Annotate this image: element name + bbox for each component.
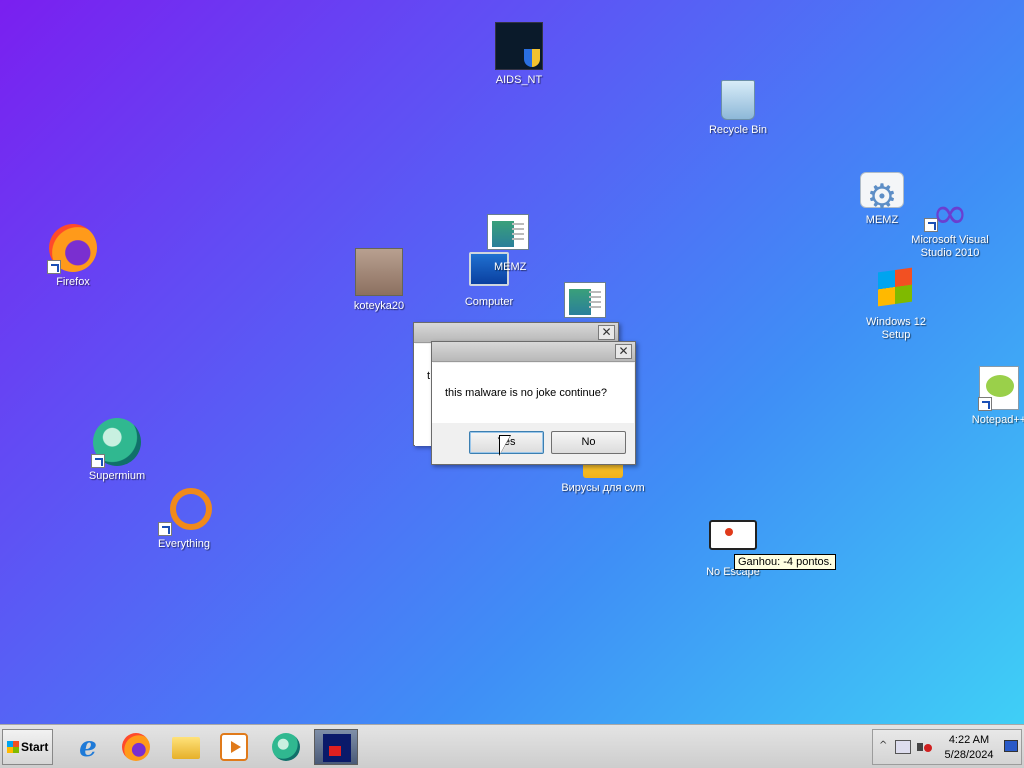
folder-icon <box>172 737 200 759</box>
desktop-icon-everything[interactable]: Everything <box>139 486 229 551</box>
shortcut-arrow-icon <box>47 260 61 274</box>
tooltip: Ganhou: -4 pontos. <box>734 554 837 570</box>
close-icon[interactable]: ✕ <box>598 325 615 340</box>
desktop-icon-label: Supermium <box>88 470 146 482</box>
taskbar-app-firefox[interactable] <box>114 729 158 765</box>
dialog-titlebar[interactable]: ✕ <box>432 342 635 362</box>
taskbar-app-memz[interactable] <box>314 729 358 765</box>
clock-date: 5/28/2024 <box>944 749 994 761</box>
desktop-icon-label: AIDS_NT <box>495 74 543 86</box>
shortcut-arrow-icon <box>91 454 105 468</box>
desktop-icon-aids-nt[interactable]: AIDS_NT <box>474 22 564 87</box>
clock-time: 4:22 AM <box>948 734 990 746</box>
desktop-icon-label: koteyka20 <box>353 300 405 312</box>
desktop: AIDS_NT Recycle Bin Firefox koteyka20 Co… <box>0 0 1024 724</box>
desktop-icon-label: Computer <box>464 296 514 308</box>
show-hidden-icons-button[interactable]: ^ <box>879 740 887 751</box>
window-app-icon <box>487 214 529 250</box>
taskbar-app-media-player[interactable] <box>212 729 256 765</box>
shortcut-arrow-icon <box>978 397 992 411</box>
system-tray: ^ 4:22 AM 5/28/2024 <box>872 729 1022 765</box>
desktop-icon-label: Notepad++ <box>971 414 1024 426</box>
taskbar-app-file-explorer[interactable] <box>164 729 208 765</box>
desktop-icon-label: Вирусы для cvm <box>561 482 645 494</box>
notepad-plus-icon <box>978 366 1019 411</box>
desktop-icon-no-escape[interactable]: No Escape <box>688 520 778 579</box>
dialog-body: this malware is no joke continue? <box>433 363 634 425</box>
dialog-message-fragment: t <box>427 370 431 382</box>
memz-window-label: MEMZ <box>494 261 527 273</box>
desktop-icon-notepad[interactable]: Notepad++ <box>954 366 1024 427</box>
taskbar: Start e ^ 4:22 AM 5/28/2024 <box>0 724 1024 768</box>
windows-flag-icon <box>7 741 19 753</box>
shortcut-arrow-icon <box>158 522 172 536</box>
desktop-icon-windows12[interactable]: Windows 12 Setup <box>851 264 941 342</box>
close-icon[interactable]: ✕ <box>615 344 632 359</box>
window-app-icon <box>564 282 606 318</box>
internet-explorer-icon: e <box>79 730 97 763</box>
start-button[interactable]: Start <box>2 729 53 765</box>
supermium-icon <box>91 418 141 468</box>
desktop-icon-koteyka[interactable]: koteyka20 <box>334 248 424 313</box>
message-dialog[interactable]: ✕ this malware is no joke continue? Yes … <box>431 341 636 465</box>
volume-muted-icon[interactable] <box>917 740 933 754</box>
visual-studio-icon <box>924 188 974 239</box>
desktop-icon-recycle-bin[interactable]: Recycle Bin <box>693 80 783 137</box>
taskbar-app-internet-explorer[interactable]: e <box>66 729 110 765</box>
gear-icon <box>860 172 904 217</box>
memz-app-icon <box>323 734 351 762</box>
everything-search-icon <box>158 486 212 536</box>
desktop-icon-label: Everything <box>158 538 210 550</box>
aids-nt-icon <box>495 22 543 70</box>
media-player-icon <box>220 733 248 761</box>
network-icon[interactable] <box>895 740 911 754</box>
recycle-bin-icon <box>721 80 755 120</box>
clock[interactable]: 4:22 AM 5/28/2024 <box>939 733 999 763</box>
desktop-icon-firefox[interactable]: Firefox <box>28 224 118 289</box>
dialog-titlebar[interactable]: ✕ <box>414 323 618 343</box>
taskbar-app-supermium[interactable] <box>264 729 308 765</box>
show-desktop-icon[interactable] <box>1004 740 1018 752</box>
desktop-icon-label: Firefox <box>56 276 90 288</box>
firefox-icon <box>47 224 97 274</box>
desktop-icon-computer[interactable]: Computer <box>444 248 534 309</box>
dialog-message: this malware is no joke continue? <box>445 387 608 399</box>
supermium-icon <box>272 733 300 761</box>
mouse-cursor-fill <box>500 436 510 454</box>
firefox-icon <box>122 733 150 761</box>
shortcut-arrow-icon <box>924 218 938 232</box>
desktop-icon-visual-studio[interactable]: Microsoft Visual Studio 2010 <box>905 188 995 260</box>
desktop-icon-window-2[interactable] <box>540 282 630 322</box>
desktop-icon-label: Recycle Bin <box>708 124 768 136</box>
no-escape-icon <box>709 520 757 550</box>
windows-logo-icon <box>872 264 920 312</box>
desktop-icon-label: Windows 12 Setup <box>866 316 926 341</box>
cat-image-icon <box>355 248 403 296</box>
dialog-footer: Yes No <box>432 423 635 464</box>
desktop-icon-supermium[interactable]: Supermium <box>72 418 162 483</box>
no-button[interactable]: No <box>551 431 626 454</box>
start-label: Start <box>21 740 49 754</box>
